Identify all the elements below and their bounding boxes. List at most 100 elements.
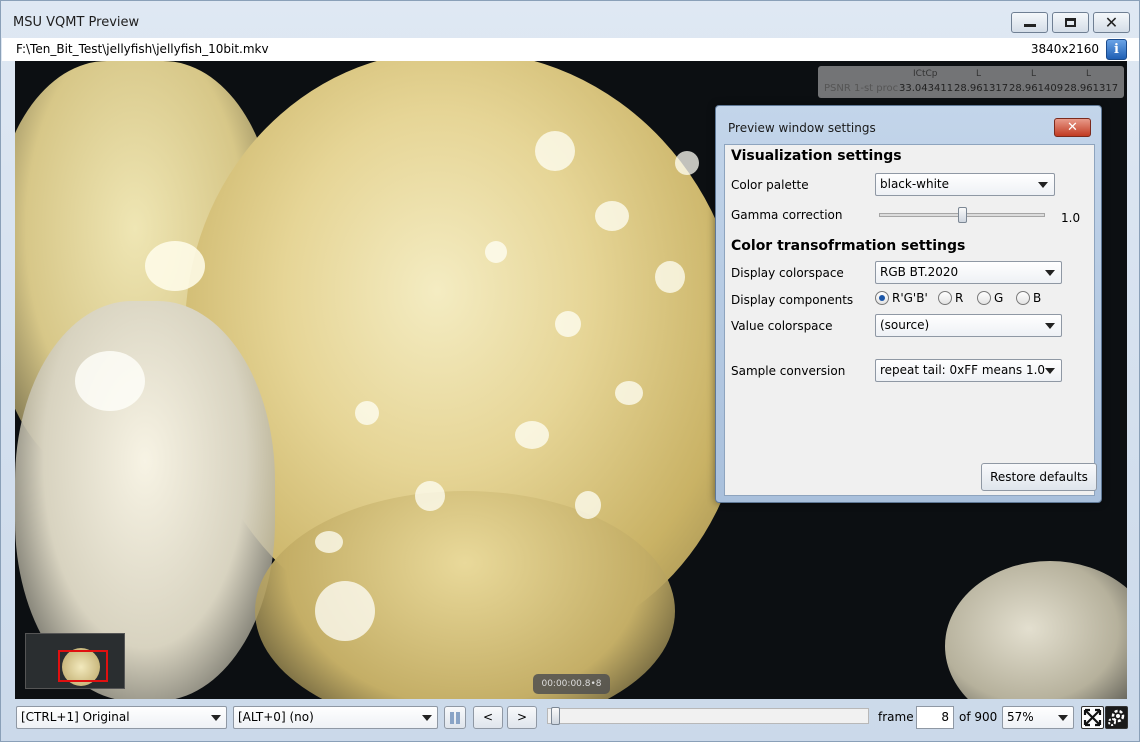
jelly-spot xyxy=(575,491,601,519)
chevron-down-icon xyxy=(1038,182,1048,188)
dialog-title: Preview window settings xyxy=(728,121,876,135)
close-button[interactable]: ✕ xyxy=(1093,12,1130,33)
radio-b-label: B xyxy=(1033,291,1042,305)
display-components-label: Display components xyxy=(731,293,854,307)
gamma-label: Gamma correction xyxy=(731,208,843,222)
jelly-spot xyxy=(675,151,699,175)
jelly-spot xyxy=(535,131,575,171)
radio-g[interactable]: G xyxy=(977,291,1003,305)
sample-conversion-value: repeat tail: 0xFF means 1.0 xyxy=(880,363,1046,377)
overlay-value: 28.961409 xyxy=(1009,83,1064,94)
overlay-header: L xyxy=(1031,69,1037,79)
pause-icon xyxy=(450,712,454,724)
source-select-left[interactable]: [CTRL+1] Original xyxy=(16,706,227,729)
jelly-spot xyxy=(315,531,343,553)
overlay-value: 33.043411 xyxy=(899,83,954,94)
jelly-spot xyxy=(555,311,581,337)
navigator-thumbnail[interactable] xyxy=(25,633,125,689)
preview-settings-dialog: Preview window settings ✕ Visualization … xyxy=(715,105,1102,503)
title-bar: MSU VQMT Preview ✕ xyxy=(1,1,1139,37)
gear-icon xyxy=(1108,709,1125,726)
maximize-icon xyxy=(1065,18,1076,27)
jelly-spot xyxy=(485,241,507,263)
jelly-spot xyxy=(415,481,445,511)
overlay-value: 28.961317 xyxy=(954,83,1009,94)
display-colorspace-select[interactable]: RGB BT.2020 xyxy=(875,261,1062,284)
source-select-left-value: [CTRL+1] Original xyxy=(21,710,130,724)
seek-bar[interactable] xyxy=(547,707,869,725)
value-colorspace-value: (source) xyxy=(880,318,930,332)
display-colorspace-label: Display colorspace xyxy=(731,266,844,280)
chevron-down-icon xyxy=(1045,270,1055,276)
next-frame-button[interactable]: > xyxy=(507,706,537,729)
dialog-body: Visualization settings Color palette bla… xyxy=(724,144,1097,496)
file-path: F:\Ten_Bit_Test\jellyfish\jellyfish_10bi… xyxy=(16,42,269,56)
metric-overlay: ICtCp L L L PSNR 1-st proc 33.043411 28.… xyxy=(818,66,1124,98)
radio-b-dot[interactable] xyxy=(1016,291,1030,305)
pause-button[interactable] xyxy=(444,706,466,729)
main-window: MSU VQMT Preview ✕ F:\Ten_Bit_Test\jelly… xyxy=(0,0,1140,742)
frame-total-label: of 900 xyxy=(959,710,998,724)
gamma-slider[interactable] xyxy=(879,207,1045,223)
radio-r-label: R xyxy=(955,291,964,305)
sample-conversion-select[interactable]: repeat tail: 0xFF means 1.0 xyxy=(875,359,1062,382)
jelly-spot xyxy=(75,351,145,411)
jelly-spot xyxy=(655,261,685,293)
jelly-spot xyxy=(515,421,549,449)
maximize-button[interactable] xyxy=(1052,12,1089,33)
minimize-icon xyxy=(1023,24,1036,27)
restore-defaults-button[interactable]: Restore defaults xyxy=(981,463,1097,491)
radio-g-label: G xyxy=(994,291,1004,305)
zoom-value: 57% xyxy=(1007,710,1034,724)
radio-g-dot[interactable] xyxy=(977,291,991,305)
gamma-value: 1.0 xyxy=(1061,211,1081,225)
resolution-label: 3840x2160 xyxy=(1030,42,1099,56)
color-palette-select[interactable]: black-white xyxy=(875,173,1055,196)
radio-r-dot[interactable] xyxy=(938,291,952,305)
close-icon: ✕ xyxy=(1104,12,1119,32)
overlay-metric-label: PSNR 1-st proc xyxy=(824,83,899,94)
chevron-down-icon xyxy=(1045,368,1055,374)
seek-handle[interactable] xyxy=(550,707,560,725)
chevron-down-icon xyxy=(211,715,221,721)
prev-frame-button[interactable]: < xyxy=(473,706,503,729)
radio-b[interactable]: B xyxy=(1016,291,1041,305)
radio-r[interactable]: R xyxy=(938,291,963,305)
radio-rgb-label: R'G'B' xyxy=(892,291,928,305)
frame-input[interactable]: 8 xyxy=(916,706,954,729)
sample-conversion-label: Sample conversion xyxy=(731,364,846,378)
color-transform-heading: Color transofrmation settings xyxy=(731,238,966,254)
source-select-right-value: [ALT+0] (no) xyxy=(238,710,314,724)
value-colorspace-select[interactable]: (source) xyxy=(875,314,1062,337)
value-colorspace-label: Value colorspace xyxy=(731,319,833,333)
timestamp-label: 00:00:00.8•8 xyxy=(533,674,610,694)
source-select-right[interactable]: [ALT+0] (no) xyxy=(233,706,438,729)
fullscreen-icon xyxy=(1083,708,1102,727)
display-colorspace-value: RGB BT.2020 xyxy=(880,265,959,279)
overlay-header: ICtCp xyxy=(913,69,938,79)
jelly-spot xyxy=(595,201,629,231)
radio-rgb[interactable]: R'G'B' xyxy=(875,291,928,305)
overlay-header: L xyxy=(1086,69,1092,79)
color-palette-value: black-white xyxy=(880,177,950,191)
viewport-rectangle[interactable] xyxy=(58,650,108,682)
overlay-header: L xyxy=(976,69,982,79)
jelly-spot xyxy=(615,381,643,405)
gamma-slider-handle[interactable] xyxy=(958,207,967,223)
settings-button[interactable] xyxy=(1105,706,1128,729)
fullscreen-button[interactable] xyxy=(1081,706,1104,729)
zoom-select[interactable]: 57% xyxy=(1002,706,1074,729)
dialog-close-button[interactable]: ✕ xyxy=(1054,118,1091,137)
color-palette-label: Color palette xyxy=(731,178,809,192)
jelly-spot xyxy=(315,581,375,641)
jelly-spot xyxy=(145,241,205,291)
radio-rgb-dot[interactable] xyxy=(875,291,889,305)
chevron-down-icon xyxy=(422,715,432,721)
minimize-button[interactable] xyxy=(1011,12,1048,33)
visualization-heading: Visualization settings xyxy=(731,148,902,164)
pause-icon xyxy=(456,712,460,724)
frame-label: frame xyxy=(878,710,914,724)
info-icon[interactable]: i xyxy=(1106,39,1127,60)
window-title: MSU VQMT Preview xyxy=(13,15,140,30)
jellyfish-small-right xyxy=(945,561,1127,699)
